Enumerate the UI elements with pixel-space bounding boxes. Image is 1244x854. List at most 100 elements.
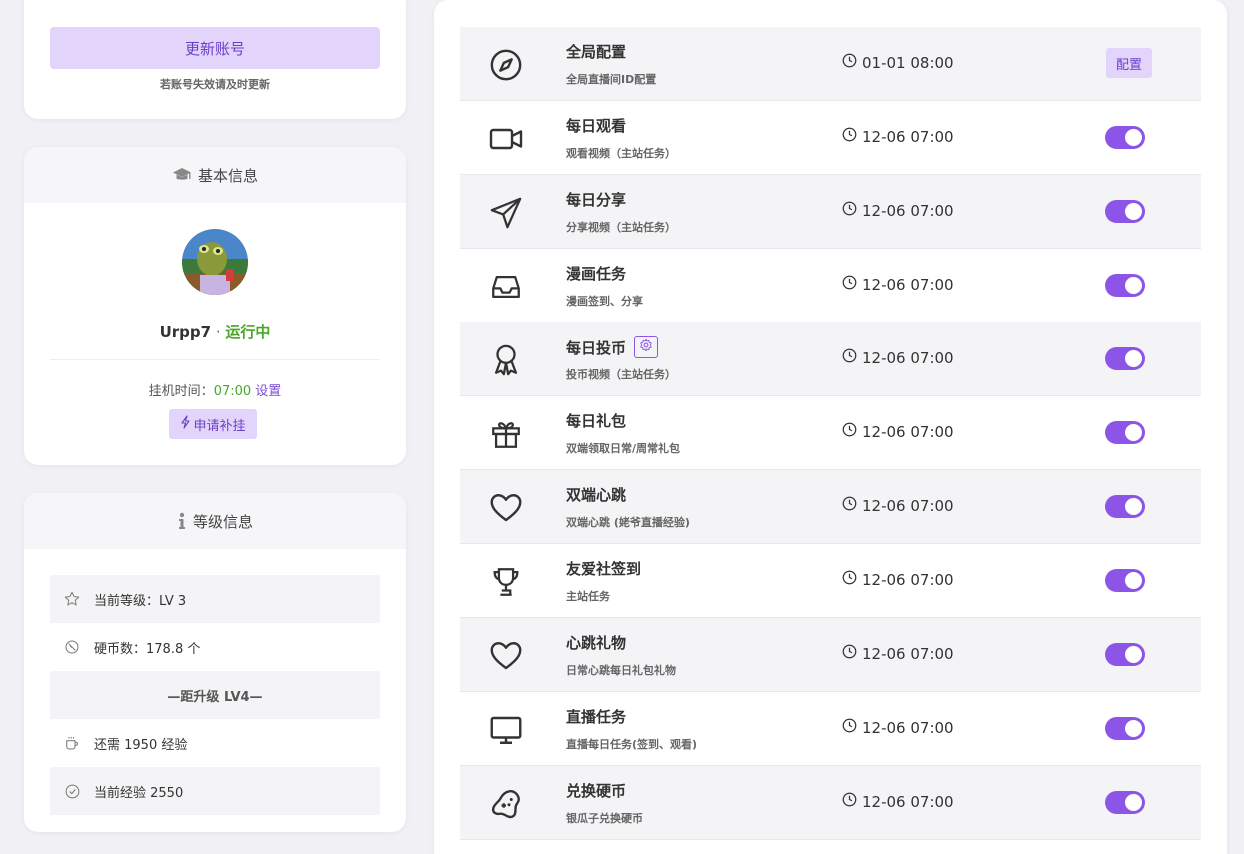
task-desc: 双端领取日常/周常礼包 <box>566 442 681 455</box>
hang-time-value: 07:00 <box>213 384 252 399</box>
task-desc: 直播每日任务(签到、观看) <box>566 738 698 751</box>
task-title: 心跳礼物 <box>566 632 626 653</box>
update-hint: 若账号失效请及时更新 <box>160 78 270 91</box>
clock-icon <box>842 53 857 72</box>
task-desc: 观看视频（主站任务） <box>566 147 676 160</box>
task-row: 双端心跳 双端心跳 (姥爷直播经验) 12-06 07:00 <box>460 470 1201 544</box>
task-time: 12-06 07:00 <box>842 570 954 589</box>
compass-icon <box>488 47 524 83</box>
coins-text: 硬币数：178.8 个 <box>94 641 201 657</box>
task-time: 12-06 07:00 <box>842 718 954 737</box>
inbox-icon <box>488 269 524 305</box>
task-title: 全局配置 <box>566 41 626 62</box>
need-exp-text: 还需 1950 经验 <box>94 737 188 753</box>
hang-time-label: 挂机时间： <box>148 384 214 399</box>
coins-row: 硬币数：178.8 个 <box>50 623 380 671</box>
task-title: 友爱社签到 <box>566 558 641 579</box>
task-title-text: 漫画任务 <box>566 265 627 283</box>
task-desc: 银瓜子兑换硬币 <box>566 812 643 825</box>
task-time-text: 12-06 07:00 <box>862 496 954 515</box>
lightning-icon <box>180 415 191 433</box>
apply-makeup-button[interactable]: 申请补挂 <box>169 409 257 439</box>
clock-icon <box>842 792 857 811</box>
task-toggle[interactable] <box>1105 569 1145 592</box>
task-time: 12-06 07:00 <box>842 127 954 146</box>
task-toggle[interactable] <box>1105 347 1145 370</box>
task-row: 心跳礼物 日常心跳每日礼包礼物 12-06 07:00 <box>460 618 1201 692</box>
task-title-text: 全局配置 <box>566 43 627 61</box>
task-title: 每日分享 <box>566 189 626 210</box>
task-title: 每日观看 <box>566 115 626 136</box>
task-time-text: 12-06 07:00 <box>862 348 954 367</box>
basic-info-card: 基本信息 Urpp7 · 运行中 挂机时间：07:00 设置 申请补挂 <box>24 147 406 465</box>
monitor-icon <box>488 712 524 748</box>
basic-info-header: 基本信息 <box>24 147 406 203</box>
task-time: 12-06 07:00 <box>842 496 954 515</box>
user-status-line: Urpp7 · 运行中 <box>24 321 406 342</box>
star-icon <box>50 590 94 608</box>
task-time-text: 12-06 07:00 <box>862 644 954 663</box>
clock-icon <box>842 718 857 737</box>
upgrade-header: —距升级 LV4— <box>50 671 380 719</box>
task-title: 漫画任务 <box>566 263 626 284</box>
task-toggle[interactable] <box>1105 717 1145 740</box>
task-toggle[interactable] <box>1105 791 1145 814</box>
heart-icon <box>488 638 524 674</box>
tasks-card: 全局配置 全局直播间ID配置 01-01 08:00 配置 每日观看 观看视频（… <box>434 0 1227 854</box>
gift-icon <box>488 416 524 452</box>
task-row: 全局配置 全局直播间ID配置 01-01 08:00 配置 <box>460 27 1201 101</box>
task-time: 12-06 07:00 <box>842 422 954 441</box>
task-time-text: 12-06 07:00 <box>862 422 954 441</box>
task-time-text: 12-06 07:00 <box>862 275 954 294</box>
task-title: 双端心跳 <box>566 484 626 505</box>
task-desc: 漫画签到、分享 <box>566 295 643 308</box>
task-settings-button[interactable] <box>634 336 659 358</box>
task-toggle[interactable] <box>1105 495 1145 518</box>
upgrade-header-text: —距升级 LV4— <box>167 689 263 705</box>
current-exp-text: 当前经验 2550 <box>94 785 184 801</box>
task-title-text: 双端心跳 <box>566 486 627 504</box>
basic-info-title: 基本信息 <box>197 166 258 185</box>
level-info-header: 等级信息 <box>24 493 406 549</box>
send-icon <box>488 195 524 231</box>
clock-icon <box>842 275 857 294</box>
task-desc: 双端心跳 (姥爷直播经验) <box>566 516 690 529</box>
clock-icon <box>842 127 857 146</box>
task-toggle[interactable] <box>1105 643 1145 666</box>
task-toggle[interactable] <box>1105 200 1145 223</box>
task-toggle[interactable] <box>1105 126 1145 149</box>
config-button[interactable]: 配置 <box>1106 48 1152 78</box>
task-title-text: 每日礼包 <box>566 412 627 430</box>
task-row: 友爱社签到 主站任务 12-06 07:00 <box>460 544 1201 618</box>
task-row: 每日观看 观看视频（主站任务） 12-06 07:00 <box>460 101 1201 175</box>
task-title-text: 直播任务 <box>566 708 627 726</box>
current-exp-row: 当前经验 2550 <box>50 767 380 815</box>
clock-icon <box>842 570 857 589</box>
task-row: 漫画任务 漫画签到、分享 12-06 07:00 <box>460 249 1201 323</box>
task-time: 01-01 08:00 <box>842 53 954 72</box>
current-level-text: 当前等级：LV 3 <box>94 593 187 609</box>
separator: · <box>211 323 226 341</box>
task-row: 每日分享 分享视频（主站任务） 12-06 07:00 <box>460 175 1201 249</box>
set-time-link[interactable]: 设置 <box>255 384 281 399</box>
graduation-cap-icon <box>172 167 192 183</box>
task-title-text: 每日分享 <box>566 191 627 209</box>
task-time-text: 12-06 07:00 <box>862 127 954 146</box>
update-account-button[interactable]: 更新账号 <box>50 27 380 69</box>
apply-makeup-label: 申请补挂 <box>193 418 246 434</box>
heart-icon <box>488 490 524 526</box>
task-toggle[interactable] <box>1105 421 1145 444</box>
task-toggle[interactable] <box>1105 274 1145 297</box>
task-time: 12-06 07:00 <box>842 348 954 367</box>
task-title: 兑换硬币 <box>566 780 626 801</box>
task-title: 每日礼包 <box>566 410 626 431</box>
coffee-icon <box>50 734 94 752</box>
clock-icon <box>842 348 857 367</box>
info-icon <box>177 512 187 530</box>
task-row: 兑换硬币 银瓜子兑换硬币 12-06 07:00 <box>460 766 1201 840</box>
task-time: 12-06 07:00 <box>842 201 954 220</box>
task-desc: 主站任务 <box>566 590 610 603</box>
check-circle-icon <box>50 783 94 800</box>
task-time-text: 12-06 07:00 <box>862 718 954 737</box>
task-desc: 全局直播间ID配置 <box>566 73 657 86</box>
